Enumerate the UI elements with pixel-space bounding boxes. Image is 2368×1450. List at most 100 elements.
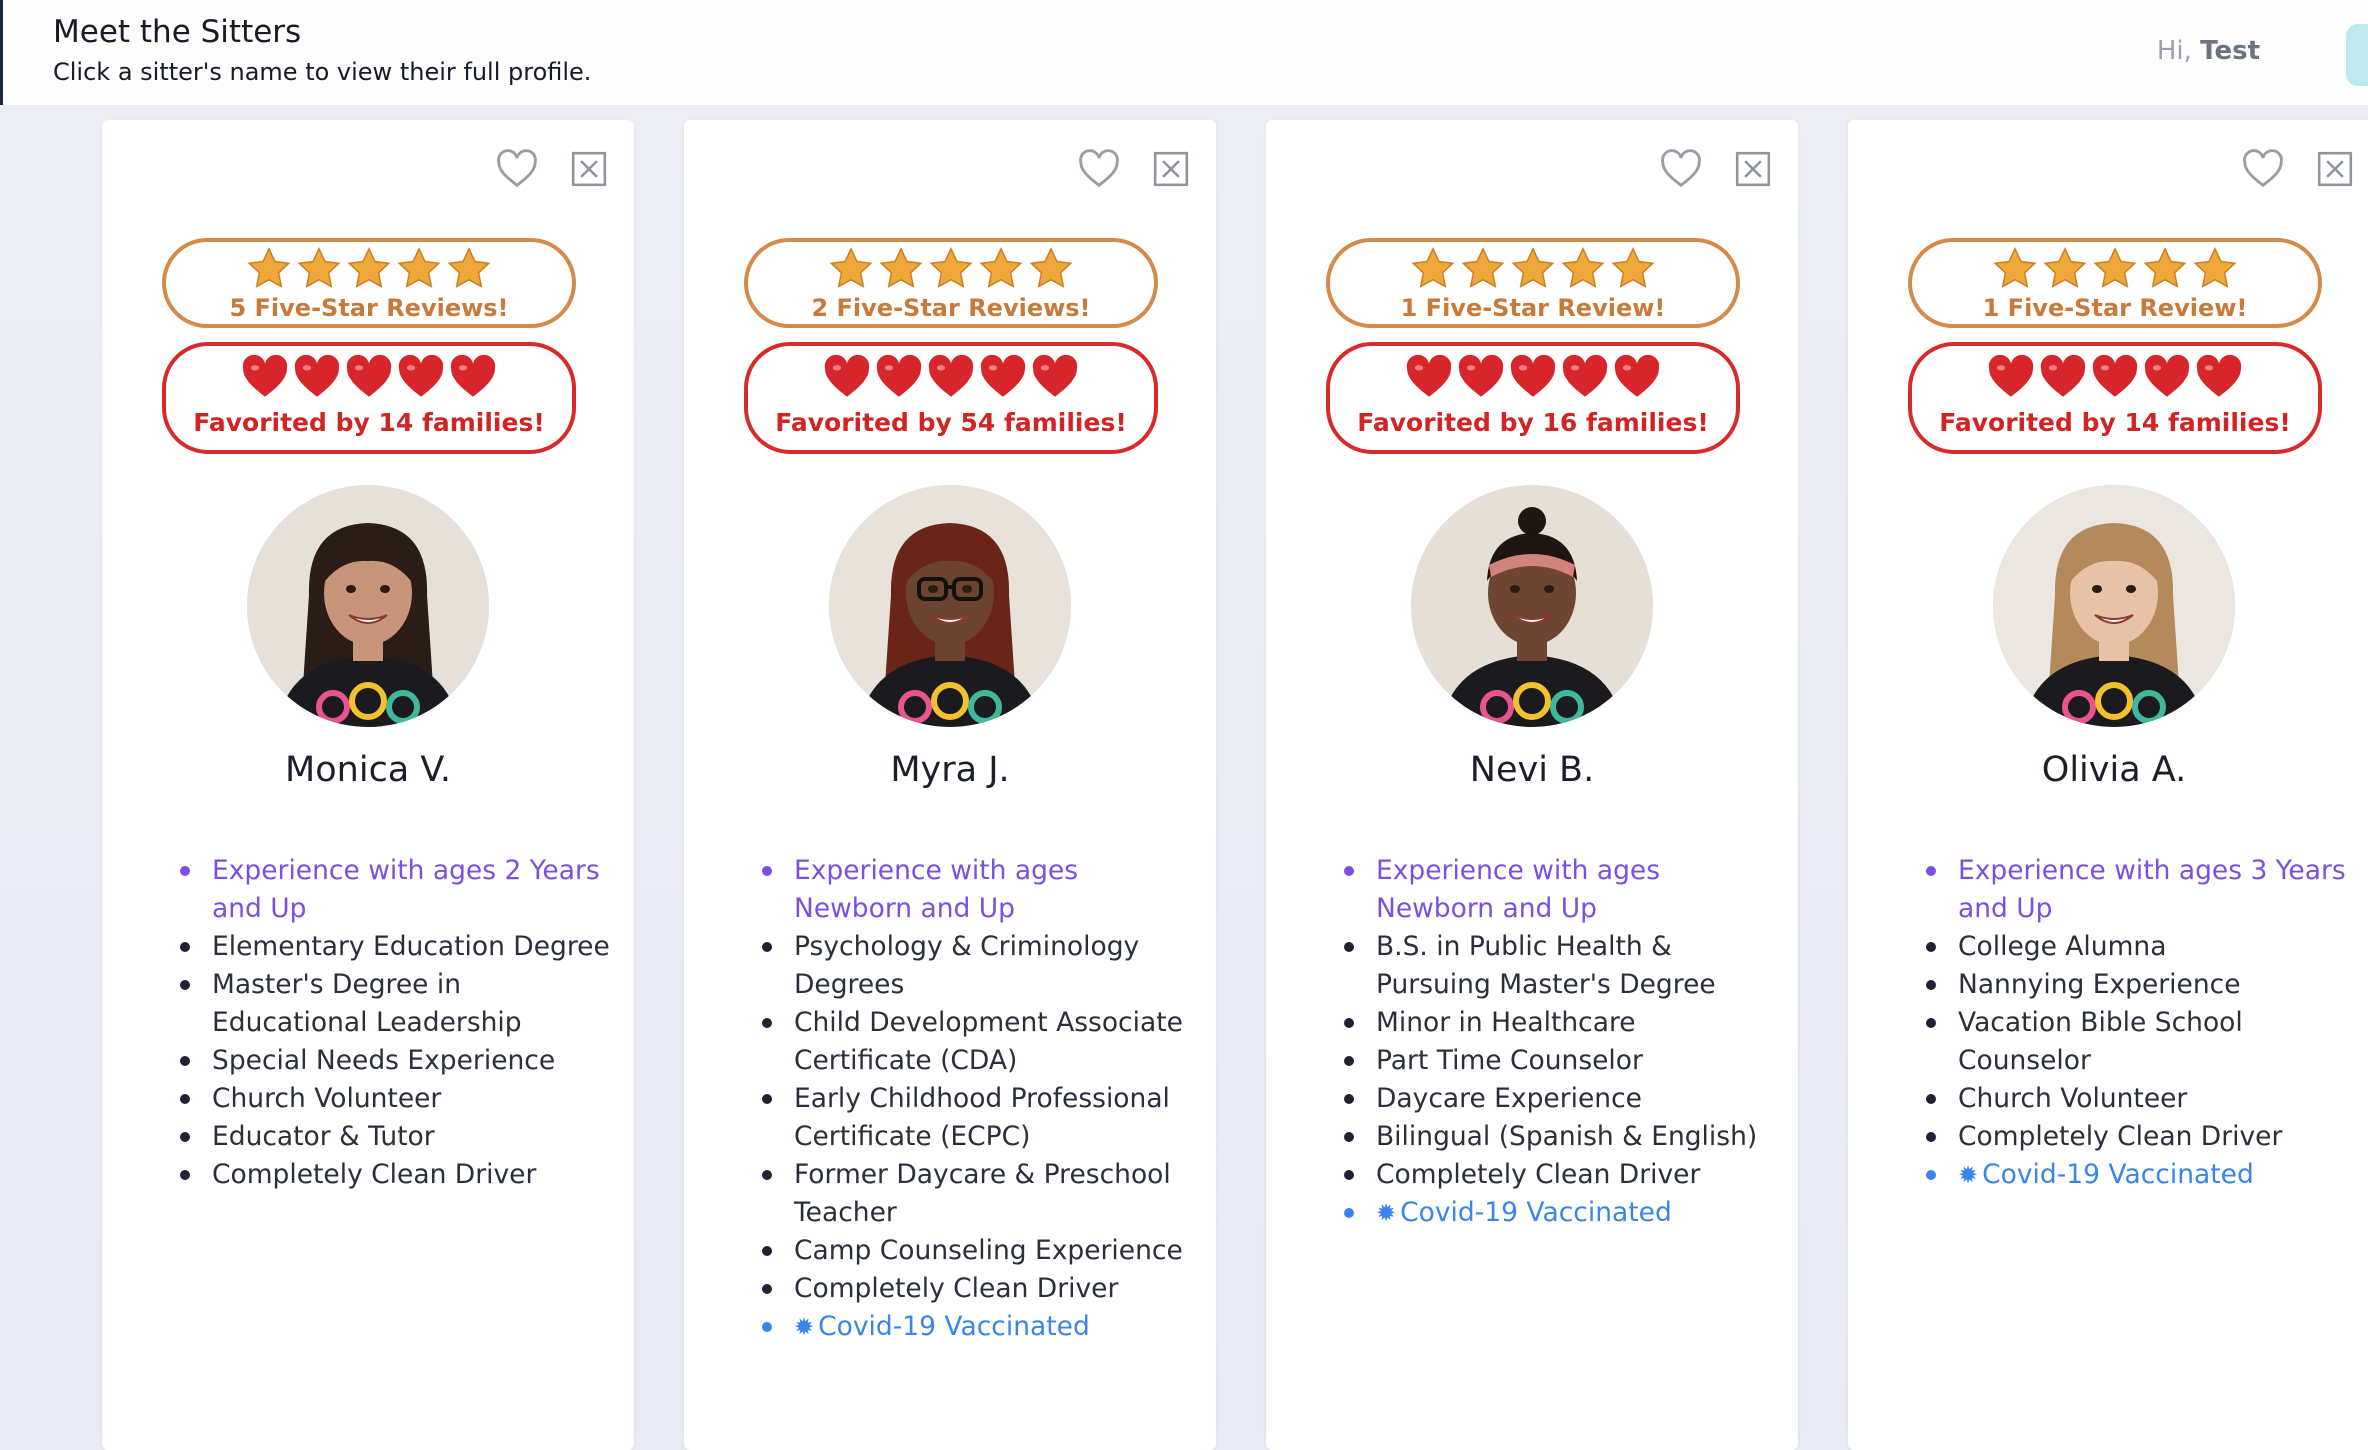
qualification-text: Experience with ages 3 Years and Up — [1958, 855, 2346, 924]
qualification-item: Completely Clean Driver — [1344, 1156, 1784, 1194]
top-bar: Meet the Sitters Click a sitter's name t… — [0, 0, 2368, 105]
qualification-text: Church Volunteer — [1958, 1083, 2188, 1114]
red-heart-icon — [1612, 352, 1662, 406]
sitter-name-link[interactable]: Nevi B. — [1266, 750, 1798, 790]
qualification-text: Nannying Experience — [1958, 969, 2241, 1000]
qualification-item: College Alumna — [1926, 928, 2366, 966]
dismiss-close-icon[interactable] — [1152, 150, 1190, 188]
favorites-label: Favorited by 16 families! — [1357, 408, 1709, 437]
qualification-text: Completely Clean Driver — [794, 1273, 1119, 1304]
qualification-item: Psychology & Criminology Degrees — [762, 928, 1202, 1004]
reviews-label: 1 Five-Star Review! — [1982, 294, 2248, 322]
star-icon — [296, 246, 342, 296]
qualification-text: Special Needs Experience — [212, 1045, 556, 1076]
qualification-item: Master's Degree in Educational Leadershi… — [180, 966, 620, 1042]
red-heart-icon — [2142, 352, 2192, 406]
qualification-item: ✹ Covid-19 Vaccinated — [1926, 1156, 2366, 1194]
star-icon — [828, 246, 874, 296]
red-heart-icon — [344, 352, 394, 406]
qualification-text: Completely Clean Driver — [1958, 1121, 2283, 1152]
star-icon — [1510, 246, 1556, 296]
star-icon — [446, 246, 492, 296]
star-rating — [748, 246, 1154, 296]
user-menu-button[interactable] — [2346, 24, 2368, 86]
red-heart-icon — [240, 352, 290, 406]
favorites-badge: Favorited by 16 families! — [1326, 342, 1740, 454]
page-subtitle: Click a sitter's name to view their full… — [53, 58, 592, 86]
star-icon — [1410, 246, 1456, 296]
star-rating — [166, 246, 572, 296]
qualification-text: B.S. in Public Health & Pursuing Master'… — [1376, 931, 1716, 1000]
dismiss-close-icon[interactable] — [1734, 150, 1772, 188]
sitter-photo — [1411, 485, 1653, 727]
red-heart-icon — [1560, 352, 1610, 406]
star-icon — [1460, 246, 1506, 296]
star-icon — [2042, 246, 2088, 296]
qualification-item: Minor in Healthcare — [1344, 1004, 1784, 1042]
sitter-name-link[interactable]: Olivia A. — [1848, 750, 2368, 790]
dismiss-close-icon[interactable] — [2316, 150, 2354, 188]
qualification-item: Vacation Bible School Counselor — [1926, 1004, 2366, 1080]
sitter-name-link[interactable]: Myra J. — [684, 750, 1216, 790]
favorite-heart-icon[interactable] — [1658, 146, 1704, 192]
greeting-prefix: Hi, — [2156, 36, 2192, 66]
qualification-item: Elementary Education Degree — [180, 928, 620, 966]
qualification-item: Experience with ages Newborn and Up — [1344, 852, 1784, 928]
qualification-item: Camp Counseling Experience — [762, 1232, 1202, 1270]
favorites-badge: Favorited by 14 families! — [162, 342, 576, 454]
qualification-text: Daycare Experience — [1376, 1083, 1642, 1114]
star-rating — [1330, 246, 1736, 296]
favorite-heart-icon[interactable] — [1076, 146, 1122, 192]
qualification-text: Covid-19 Vaccinated — [1982, 1159, 2254, 1190]
star-icon — [396, 246, 442, 296]
qualification-text: Former Daycare & Preschool Teacher — [794, 1159, 1171, 1228]
reviews-badge: 5 Five-Star Reviews! — [162, 238, 576, 328]
red-heart-icon — [1986, 352, 2036, 406]
sitter-name-link[interactable]: Monica V. — [102, 750, 634, 790]
star-icon — [246, 246, 292, 296]
qualification-item: Special Needs Experience — [180, 1042, 620, 1080]
qualification-text: Vacation Bible School Counselor — [1958, 1007, 2243, 1076]
star-icon — [978, 246, 1024, 296]
qualification-text: Minor in Healthcare — [1376, 1007, 1636, 1038]
qualification-text: Completely Clean Driver — [1376, 1159, 1701, 1190]
red-heart-icon — [292, 352, 342, 406]
reviews-badge: 2 Five-Star Reviews! — [744, 238, 1158, 328]
qualification-item: Completely Clean Driver — [762, 1270, 1202, 1308]
qualification-text: Psychology & Criminology Degrees — [794, 931, 1140, 1000]
qualifications-list: Experience with ages 3 Years and Up Colle… — [1926, 852, 2366, 1194]
star-icon — [346, 246, 392, 296]
qualification-text: Bilingual (Spanish & English) — [1376, 1121, 1758, 1152]
heart-rating — [1912, 352, 2318, 406]
qualification-item: Nannying Experience — [1926, 966, 2366, 1004]
star-icon — [1028, 246, 1074, 296]
star-icon — [2092, 246, 2138, 296]
qualification-text: Elementary Education Degree — [212, 931, 610, 962]
heart-rating — [748, 352, 1154, 406]
star-icon — [928, 246, 974, 296]
red-heart-icon — [978, 352, 1028, 406]
dismiss-close-icon[interactable] — [570, 150, 608, 188]
qualification-text: Master's Degree in Educational Leadershi… — [212, 969, 522, 1038]
star-icon — [1610, 246, 1656, 296]
qualification-item: ✹ Covid-19 Vaccinated — [1344, 1194, 1784, 1232]
favorite-heart-icon[interactable] — [2240, 146, 2286, 192]
reviews-badge: 1 Five-Star Review! — [1326, 238, 1740, 328]
user-name: Test — [2200, 36, 2260, 66]
qualification-item: Experience with ages 3 Years and Up — [1926, 852, 2366, 928]
favorite-heart-icon[interactable] — [494, 146, 540, 192]
page-title: Meet the Sitters — [53, 14, 302, 50]
qualification-text: Covid-19 Vaccinated — [818, 1311, 1090, 1342]
qualification-item: Early Childhood Professional Certificate… — [762, 1080, 1202, 1156]
qualification-text: Child Development Associate Certificate … — [794, 1007, 1183, 1076]
qualification-text: Early Childhood Professional Certificate… — [794, 1083, 1170, 1152]
virus-icon: ✹ — [794, 1313, 815, 1341]
qualification-item: ✹ Covid-19 Vaccinated — [762, 1308, 1202, 1346]
red-heart-icon — [1456, 352, 1506, 406]
red-heart-icon — [2194, 352, 2244, 406]
sitter-photo — [1993, 485, 2235, 727]
qualifications-list: Experience with ages Newborn and Up Psych… — [762, 852, 1202, 1346]
reviews-label: 2 Five-Star Reviews! — [811, 294, 1091, 322]
red-heart-icon — [396, 352, 446, 406]
sitter-card: 5 Five-Star Reviews! Favorited by 14 fami… — [102, 120, 634, 1450]
